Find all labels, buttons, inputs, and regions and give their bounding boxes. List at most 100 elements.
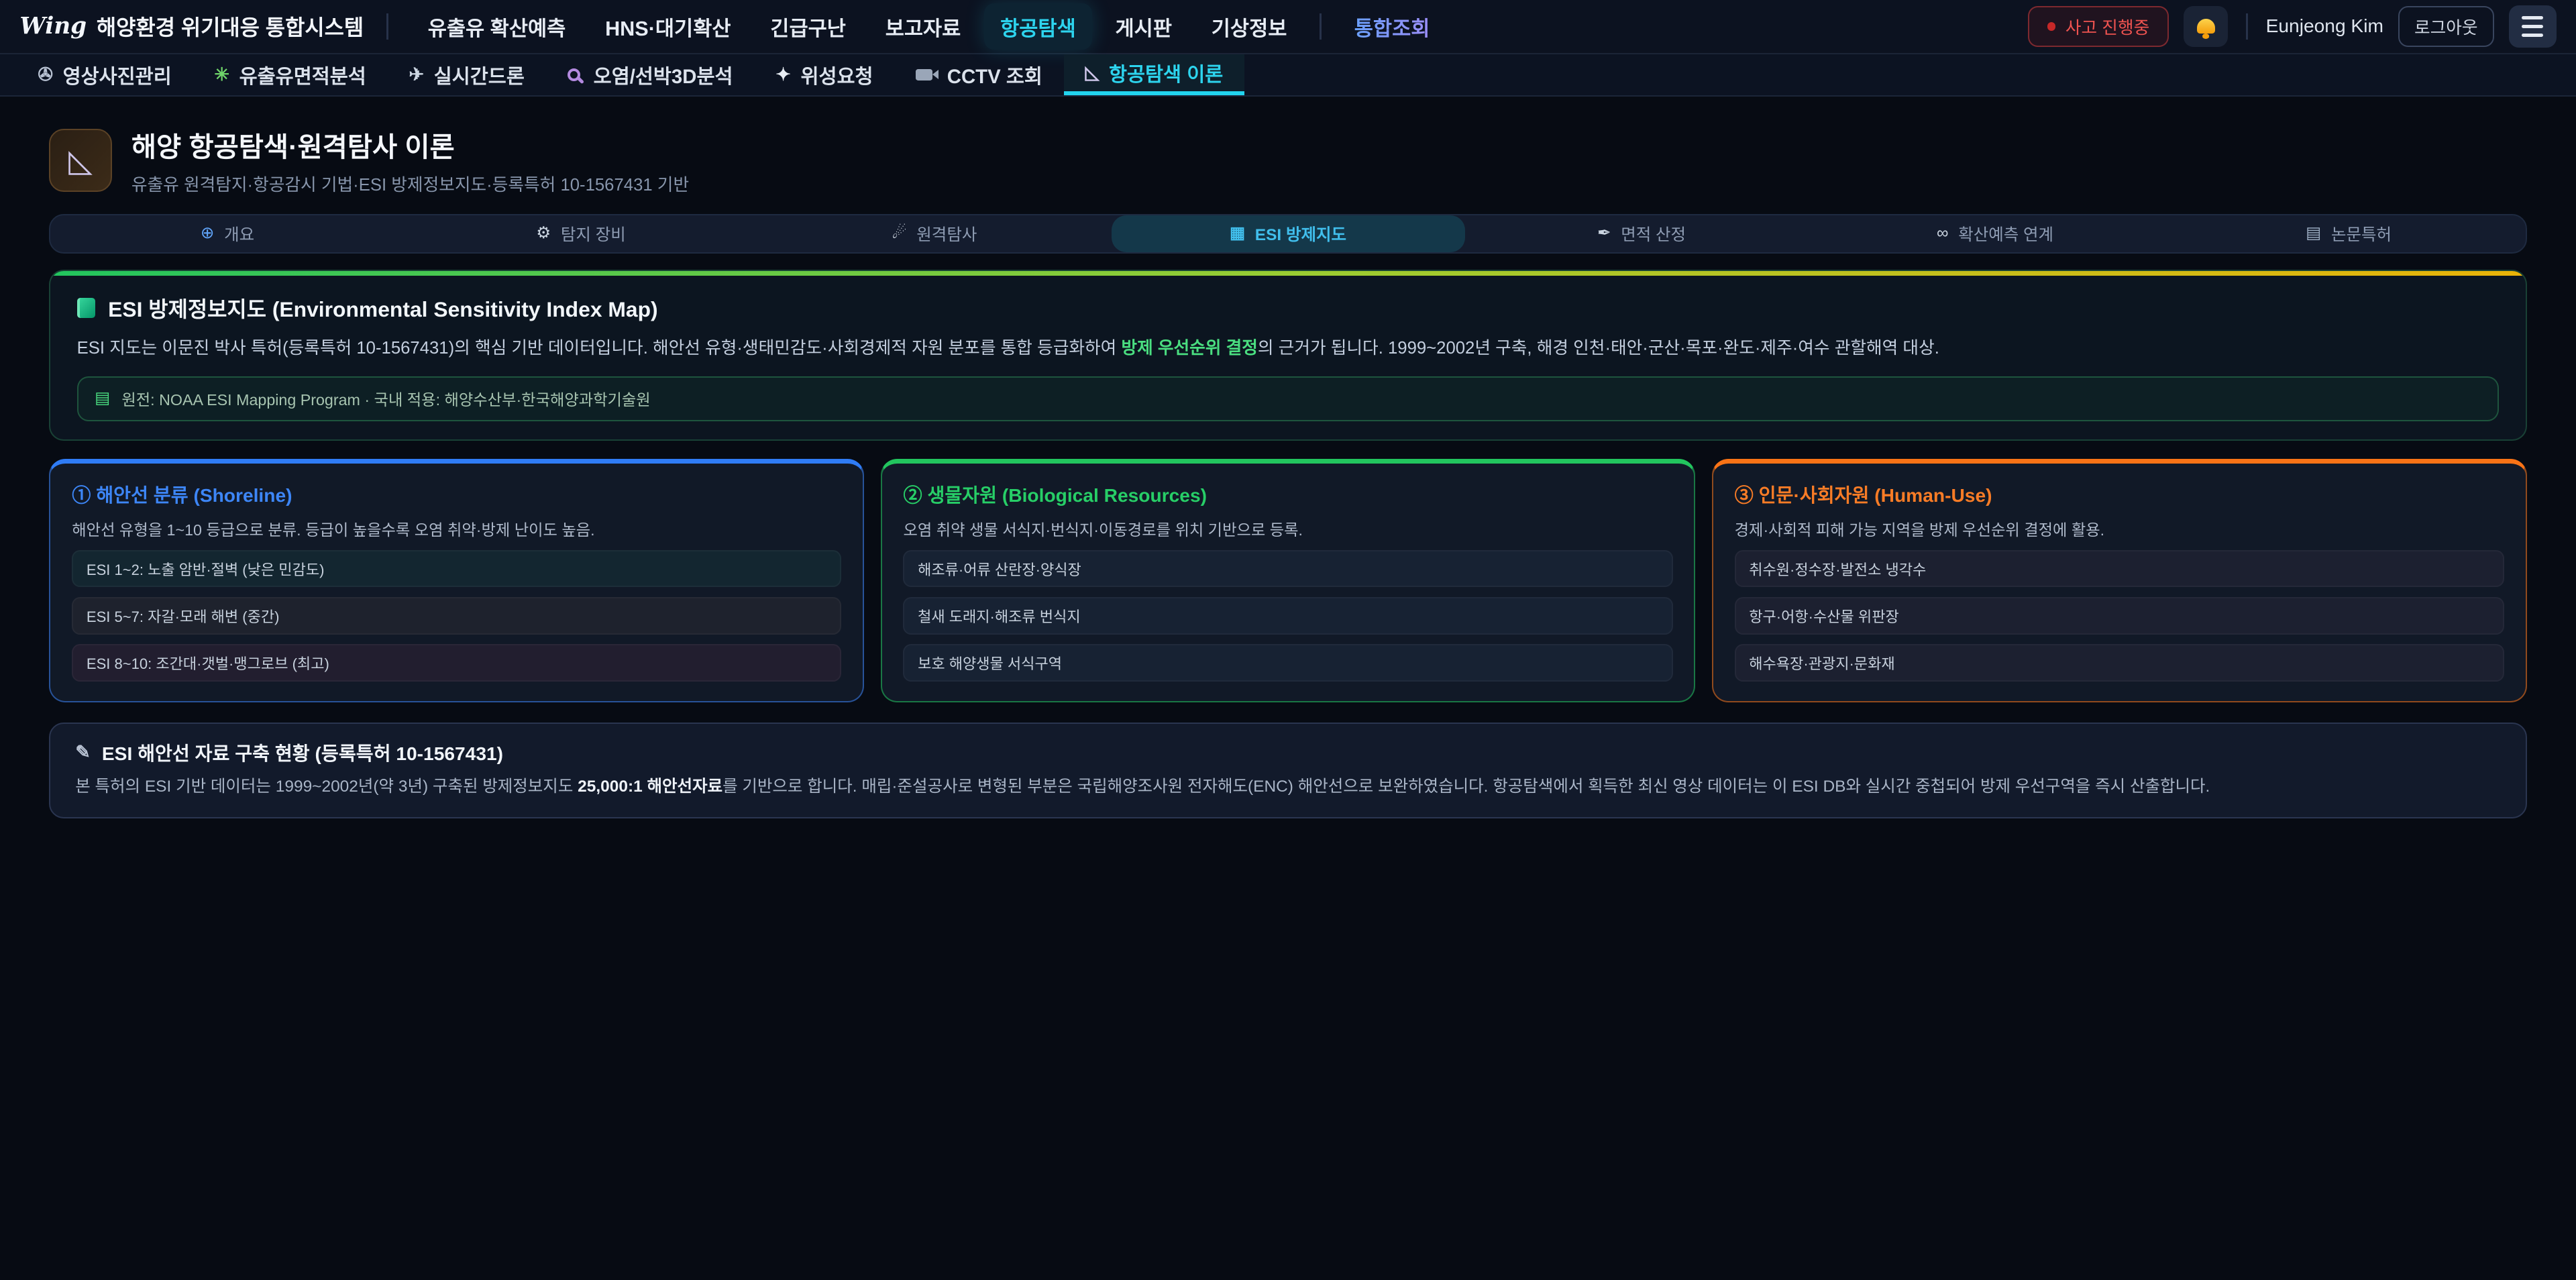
section-tabs: ⊕ 개요 ⚙ 탐지 장비 ☄ 원격탐사 ▦ ESI 방제지도 ✒ 면적 산정 ∞…	[49, 214, 2526, 254]
page-header: ◺ 해양 항공탐색·원격탐사 이론 유출유 원격탐지·항공감시 기법·ESI 방…	[49, 125, 2526, 196]
user-name: Eunjeong Kim	[2266, 15, 2383, 37]
tab-label: 확산예측 연계	[1958, 222, 2053, 246]
card-biological-resources: ② 생물자원 (Biological Resources) 오염 취약 생물 서…	[881, 459, 1696, 702]
tab-label: 원격탐사	[916, 222, 977, 246]
satellite-star-icon: ✦	[775, 66, 791, 84]
list-item: ESI 1~2: 노출 암반·절벽 (낮은 민감도)	[72, 550, 841, 588]
list-item: 해수욕장·관광지·문화재	[1735, 644, 2504, 682]
esi-description-pre: ESI 지도는 이문진 박사 특허(등록특허 10-1567431)의 핵심 기…	[77, 339, 1122, 358]
pen-nib-icon: ✒	[1597, 225, 1611, 242]
cctv-camera-icon	[916, 69, 932, 81]
bottom-section-title: ESI 해안선 자료 구축 현황 (등록특허 10-1567431)	[102, 739, 503, 766]
map-icon: ▦	[1230, 225, 1245, 242]
tab-label: 면적 산정	[1621, 222, 1686, 246]
subnav-label: 오염/선박3D분석	[594, 61, 733, 89]
bottom-paragraph-bold: 25,000:1 해안선자료	[578, 778, 722, 796]
incident-status-badge[interactable]: 사고 진행중	[2028, 6, 2169, 47]
card-title: ① 해안선 분류 (Shoreline)	[72, 480, 841, 508]
card-title: ③ 인문·사회자원 (Human-Use)	[1735, 480, 2504, 508]
triangle-ruler-icon: ◺	[1085, 64, 1099, 82]
subnav-pollution-ship-3d[interactable]: 오염/선박3D분석	[546, 54, 755, 96]
esi-category-cards: ① 해안선 분류 (Shoreline) 해안선 유형을 1~10 등급으로 분…	[49, 459, 2526, 702]
tab-papers-patents[interactable]: ▤ 논문특허	[2172, 215, 2526, 252]
bell-icon	[2197, 19, 2215, 34]
link-icon: ∞	[1937, 225, 1948, 242]
subnav-label: 영상사진관리	[63, 61, 172, 89]
tab-esi-map[interactable]: ▦ ESI 방제지도	[1112, 215, 1465, 252]
tab-label: 개요	[224, 222, 254, 246]
drone-icon: ✈	[409, 66, 424, 84]
gradient-strip	[50, 271, 2525, 276]
page-subtitle: 유출유 원격탐지·항공감시 기법·ESI 방제정보지도·등록특허 10-1567…	[131, 171, 689, 196]
card-shoreline: ① 해안선 분류 (Shoreline) 해안선 유형을 1~10 등급으로 분…	[49, 459, 864, 702]
menu-integrated-search[interactable]: 통합조회	[1338, 3, 1446, 50]
divider	[2246, 13, 2247, 40]
logout-button[interactable]: 로그아웃	[2398, 6, 2494, 47]
tab-overview[interactable]: ⊕ 개요	[50, 215, 404, 252]
menu-aerial-search[interactable]: 항공탐색	[984, 3, 1093, 50]
subnav-cctv[interactable]: CCTV 조회	[894, 54, 1063, 96]
source-note: ▤ 원전: NOAA ESI Mapping Program · 국내 적용: …	[77, 376, 2500, 421]
menu-emergency-rescue[interactable]: 긴급구난	[754, 3, 863, 50]
menu-hns-diffusion[interactable]: HNS·대기확산	[589, 3, 747, 50]
tab-label: ESI 방제지도	[1255, 222, 1346, 246]
incident-label: 사고 진행중	[2065, 14, 2149, 39]
tab-remote-sensing[interactable]: ☄ 원격탐사	[758, 215, 1112, 252]
card-description: 해안선 유형을 1~10 등급으로 분류. 등급이 높을수록 오염 취약·방제 …	[72, 517, 841, 540]
comet-icon: ☄	[892, 225, 907, 242]
main-content: ◺ 해양 항공탐색·원격탐사 이론 유출유 원격탐지·항공감시 기법·ESI 방…	[0, 125, 2576, 818]
divider	[1320, 13, 1321, 40]
menu-board[interactable]: 게시판	[1099, 3, 1188, 50]
subnav-oil-area-analysis[interactable]: ✳ 유출유면적분석	[193, 54, 388, 96]
camera-icon: ✇	[38, 66, 53, 84]
card-title: ② 생물자원 (Biological Resources)	[903, 480, 1672, 508]
list-item: 취수원·정수장·발전소 냉각수	[1735, 550, 2504, 588]
list-item: 보호 해양생물 서식구역	[903, 644, 1672, 682]
menu-oil-spill-prediction[interactable]: 유출유 확산예측	[411, 3, 582, 50]
card-description: 경제·사회적 피해 가능 지역을 방제 우선순위 결정에 활용.	[1735, 517, 2504, 540]
list-item: 해조류·어류 산란장·양식장	[903, 550, 1672, 588]
subnav-photo-management[interactable]: ✇ 영상사진관리	[16, 54, 193, 96]
menu-weather-info[interactable]: 기상정보	[1195, 3, 1303, 50]
subnav-label: 항공탐색 이론	[1109, 59, 1223, 87]
puzzle-icon: ✳	[214, 66, 229, 84]
main-menu: 유출유 확산예측 HNS·대기확산 긴급구난 보고자료 항공탐색 게시판 기상정…	[411, 3, 1446, 50]
notifications-button[interactable]	[2184, 6, 2228, 47]
tab-detection-equipment[interactable]: ⚙ 탐지 장비	[404, 215, 757, 252]
logo-mark: Wing	[19, 13, 87, 40]
divider	[386, 13, 388, 40]
esi-description-post: 의 근거가 됩니다. 1999~2002년 구축, 해경 인천·태안·군산·목포…	[1258, 339, 1939, 358]
menu-reports[interactable]: 보고자료	[869, 3, 977, 50]
note-books-icon: ▤	[95, 390, 110, 407]
subnav-label: 위성요청	[800, 61, 873, 89]
tab-label: 탐지 장비	[561, 222, 626, 246]
subnav-label: CCTV 조회	[947, 61, 1042, 89]
subnav-realtime-drone[interactable]: ✈ 실시간드론	[388, 54, 546, 96]
tab-label: 논문특허	[2331, 222, 2392, 246]
page-icon-triangle-ruler: ◺	[49, 129, 111, 191]
subnav-aerial-search-theory[interactable]: ◺ 항공탐색 이론	[1064, 54, 1244, 96]
app-title: 해양환경 위기대응 통합시스템	[97, 11, 364, 42]
esi-description-highlight: 방제 우선순위 결정	[1121, 339, 1257, 358]
hamburger-icon	[2522, 16, 2543, 19]
list-item: ESI 8~10: 조간대·갯벌·맹그로브 (최고)	[72, 644, 841, 682]
list-item: ESI 5~7: 자갈·모래 해변 (중간)	[72, 597, 841, 635]
tab-area-estimation[interactable]: ✒ 면적 산정	[1465, 215, 1819, 252]
esi-description: ESI 지도는 이문진 박사 특허(등록특허 10-1567431)의 핵심 기…	[77, 336, 2500, 361]
hamburger-menu-button[interactable]	[2509, 5, 2557, 48]
subnav-label: 유출유면적분석	[239, 61, 366, 89]
card-description: 오염 취약 생물 서식지·번식지·이동경로를 위치 기반으로 등록.	[903, 517, 1672, 540]
sub-nav: ✇ 영상사진관리 ✳ 유출유면적분석 ✈ 실시간드론 오염/선박3D분석 ✦ 위…	[0, 54, 2576, 97]
app-logo: Wing 해양환경 위기대응 통합시스템	[19, 11, 364, 42]
coastline-data-status-panel: ✎ ESI 해안선 자료 구축 현황 (등록특허 10-1567431) 본 특…	[49, 723, 2526, 818]
esi-info-panel: ESI 방제정보지도 (Environmental Sensitivity In…	[49, 270, 2526, 441]
incident-dot-icon	[2047, 22, 2055, 30]
tab-diffusion-link[interactable]: ∞ 확산예측 연계	[1819, 215, 2172, 252]
list-item: 항구·어항·수산물 위판장	[1735, 597, 2504, 635]
source-note-text: 원전: NOAA ESI Mapping Program · 국내 적용: 해양…	[121, 387, 650, 410]
bottom-section-paragraph: 본 특허의 ESI 기반 데이터는 1999~2002년(약 3년) 구축된 방…	[75, 776, 2501, 798]
subnav-label: 실시간드론	[434, 61, 525, 89]
subnav-satellite-request[interactable]: ✦ 위성요청	[754, 54, 894, 96]
card-human-use: ③ 인문·사회자원 (Human-Use) 경제·사회적 피해 가능 지역을 방…	[1712, 459, 2527, 702]
page-title: 해양 항공탐색·원격탐사 이론	[131, 125, 689, 164]
